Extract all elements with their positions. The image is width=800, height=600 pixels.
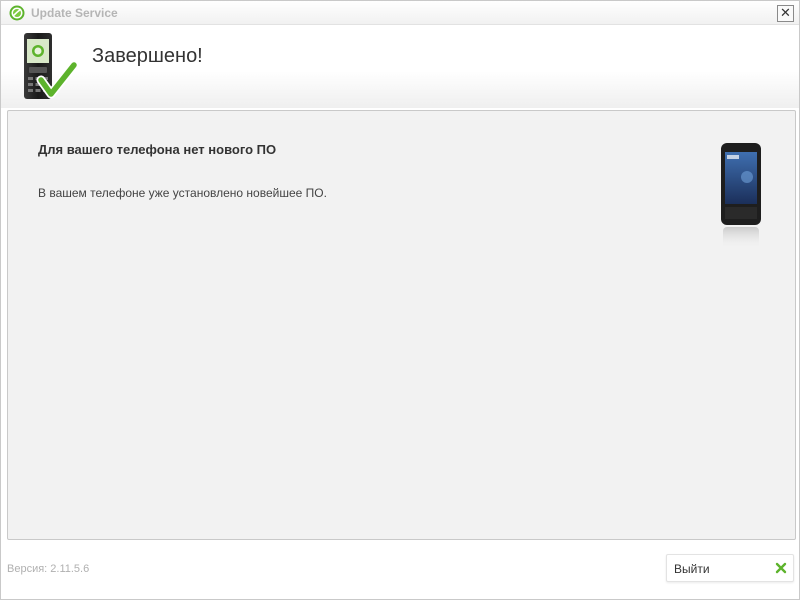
page-title: Завершено! — [92, 45, 203, 67]
version-label: Версия: 2.11.5.6 — [7, 563, 90, 575]
exit-button-label: Выйти — [674, 562, 710, 576]
window-title: Update Service — [31, 6, 118, 20]
app-window: Update Service ✕ Завершено! Для вашего т… — [0, 0, 800, 600]
exit-button[interactable]: Выйти — [666, 554, 794, 582]
title-bar[interactable]: Update Service ✕ — [1, 1, 799, 25]
content-panel: Для вашего телефона нет нового ПО В ваше… — [7, 110, 796, 540]
app-logo-icon — [9, 5, 25, 21]
message-title: Для вашего телефона нет нового ПО — [38, 142, 277, 157]
close-icon — [775, 562, 787, 574]
smartphone-icon — [721, 143, 761, 249]
window-close-button[interactable]: ✕ — [777, 5, 794, 22]
message-text: В вашем телефоне уже установлено новейше… — [38, 186, 327, 200]
header: Завершено! — [1, 26, 799, 108]
phone-checkmark-icon — [24, 33, 77, 99]
